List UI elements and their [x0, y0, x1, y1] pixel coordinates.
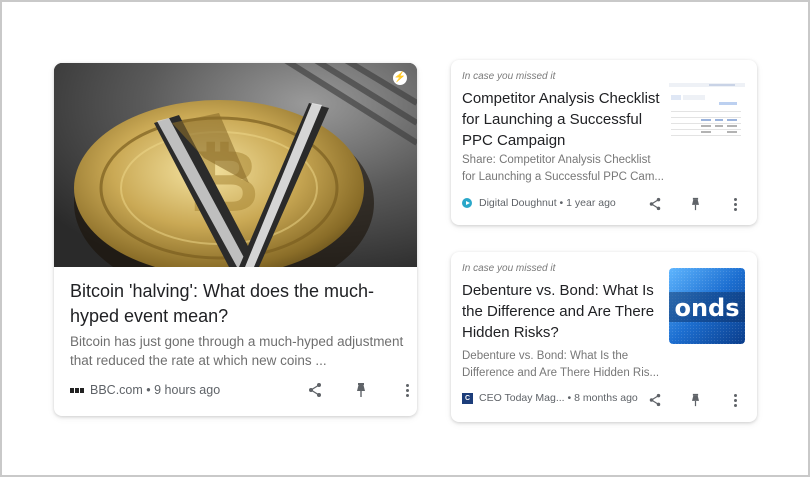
main-story-card[interactable]: ₿ ⚡ Bitcoin 'halving': What does the muc…	[54, 63, 417, 416]
main-story-snippet: Bitcoin has just gone through a much-hyp…	[70, 334, 404, 368]
bbc-logo-icon	[70, 387, 84, 393]
spreadsheet-screenshot-thumbnail[interactable]	[669, 77, 745, 153]
side-story-meta: C CEO Today Mag... • 8 months ago	[462, 392, 638, 404]
side-story-card[interactable]: In case you missed it Debenture vs. Bond…	[451, 252, 757, 422]
pin-icon[interactable]	[675, 390, 715, 410]
share-icon[interactable]	[635, 194, 675, 214]
meta-separator: •	[556, 197, 567, 209]
published-time: 9 hours ago	[154, 383, 221, 397]
digital-doughnut-icon	[462, 198, 472, 208]
story-kicker: In case you missed it	[462, 71, 556, 82]
meta-separator: •	[564, 392, 575, 404]
more-vert-icon[interactable]	[384, 380, 417, 400]
more-vert-icon[interactable]	[715, 194, 755, 214]
story-kicker: In case you missed it	[462, 263, 556, 274]
main-story-actions	[292, 380, 417, 400]
side-story-meta: Digital Doughnut • 1 year ago	[462, 197, 616, 209]
more-vert-icon[interactable]	[715, 390, 755, 410]
published-time: 8 months ago	[574, 392, 638, 404]
published-time: 1 year ago	[566, 197, 616, 209]
main-story-title[interactable]: Bitcoin 'halving': What does the much-hy…	[70, 279, 400, 329]
bonds-screen-thumbnail[interactable]: onds	[669, 268, 745, 344]
side-story-title[interactable]: Debenture vs. Bond: What Is the Differen…	[462, 280, 662, 343]
side-story-title[interactable]: Competitor Analysis Checklist for Launch…	[462, 88, 662, 151]
main-story-meta: BBC.com • 9 hours ago	[70, 383, 220, 397]
share-icon[interactable]	[635, 390, 675, 410]
side-story-actions	[635, 194, 755, 214]
bonds-thumbnail-text: onds	[674, 294, 739, 322]
pin-icon[interactable]	[338, 380, 384, 400]
source-name: BBC.com	[90, 383, 143, 397]
meta-separator: •	[142, 383, 155, 397]
ceo-today-icon: C	[462, 392, 473, 404]
pin-icon[interactable]	[675, 194, 715, 214]
source-name: Digital Doughnut	[479, 197, 557, 209]
side-story-actions	[635, 390, 755, 410]
amp-lightning-icon: ⚡	[393, 71, 407, 85]
side-story-snippet: Debenture vs. Bond: What Is the Differen…	[462, 350, 660, 379]
source-name: CEO Today Mag...	[479, 392, 565, 404]
bitcoin-coin-image[interactable]: ₿ ⚡	[54, 63, 417, 267]
side-story-card[interactable]: In case you missed it Competitor Analysi…	[451, 60, 757, 225]
side-story-snippet: Share: Competitor Analysis Checklist for…	[462, 154, 664, 183]
share-icon[interactable]	[292, 380, 338, 400]
